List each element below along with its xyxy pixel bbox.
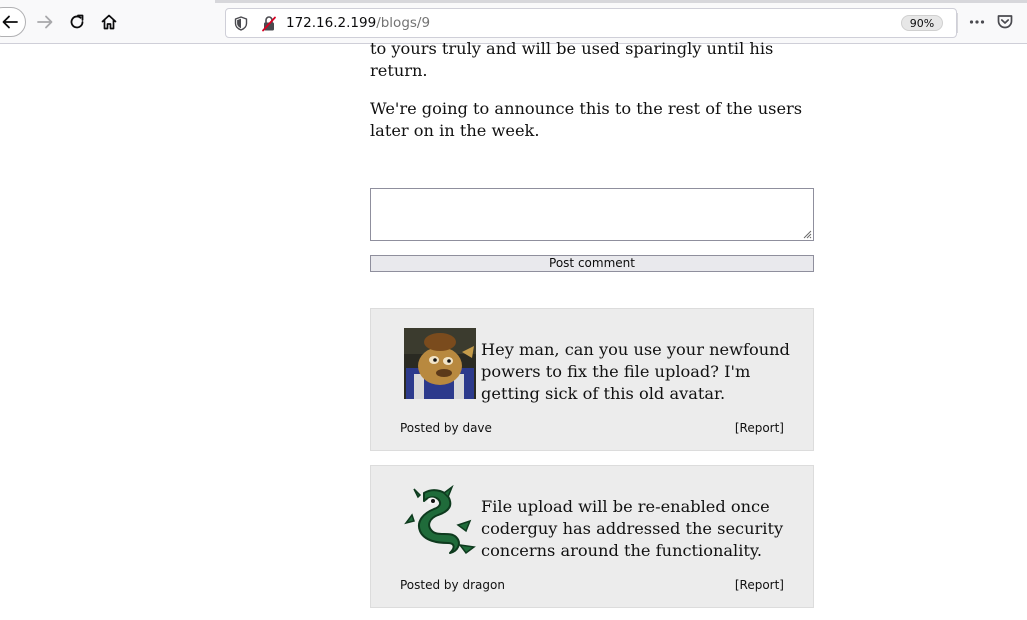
blog-post-body: to yours truly and will be used sparingl… — [370, 38, 814, 158]
pocket-icon — [997, 15, 1013, 29]
more-dots-icon — [969, 20, 985, 24]
url-host: 172.16.2.199 — [286, 15, 377, 31]
forward-button[interactable] — [31, 8, 59, 36]
user-avatar — [404, 328, 476, 399]
url-text[interactable]: 172.16.2.199/blogs/9 — [286, 15, 430, 31]
zoom-level-badge[interactable]: 90% — [901, 15, 943, 31]
comment-text: File upload will be re-enabled once code… — [481, 497, 784, 560]
insecure-lock-icon[interactable] — [261, 15, 277, 32]
tab-strip-edge — [215, 0, 1027, 3]
comment-card: File upload will be re-enabled once code… — [370, 465, 814, 608]
page-actions-button[interactable] — [963, 8, 991, 36]
comment-author: Posted by dragon — [400, 578, 505, 592]
resize-grip-icon[interactable] — [802, 229, 812, 239]
url-bar[interactable]: 172.16.2.199/blogs/9 90% — [225, 8, 957, 38]
back-button[interactable] — [0, 7, 26, 37]
comment-card: Hey man, can you use your newfound power… — [370, 308, 814, 451]
url-path: /blogs/9 — [376, 15, 431, 31]
reload-button[interactable] — [63, 8, 91, 36]
home-icon — [101, 14, 117, 30]
post-paragraph: to yours truly and will be used sparingl… — [370, 39, 774, 80]
shield-icon[interactable] — [234, 16, 248, 31]
comment-textarea[interactable] — [370, 188, 814, 241]
comment-text: Hey man, can you use your newfound power… — [481, 340, 790, 403]
report-link[interactable]: [Report] — [735, 578, 784, 592]
user-avatar — [404, 485, 476, 556]
pocket-button[interactable] — [991, 8, 1019, 36]
arrow-right-icon — [37, 15, 53, 29]
post-comment-button[interactable]: Post comment — [370, 255, 814, 272]
arrow-left-icon — [2, 15, 18, 29]
avatar-dave-image — [404, 328, 476, 399]
post-paragraph: We're going to announce this to the rest… — [370, 99, 803, 140]
toolbar-separator — [957, 13, 958, 33]
comment-author: Posted by dave — [400, 421, 492, 435]
avatar-dragon-image — [404, 485, 476, 556]
reload-icon — [70, 14, 84, 29]
home-button[interactable] — [95, 8, 123, 36]
report-link[interactable]: [Report] — [735, 421, 784, 435]
